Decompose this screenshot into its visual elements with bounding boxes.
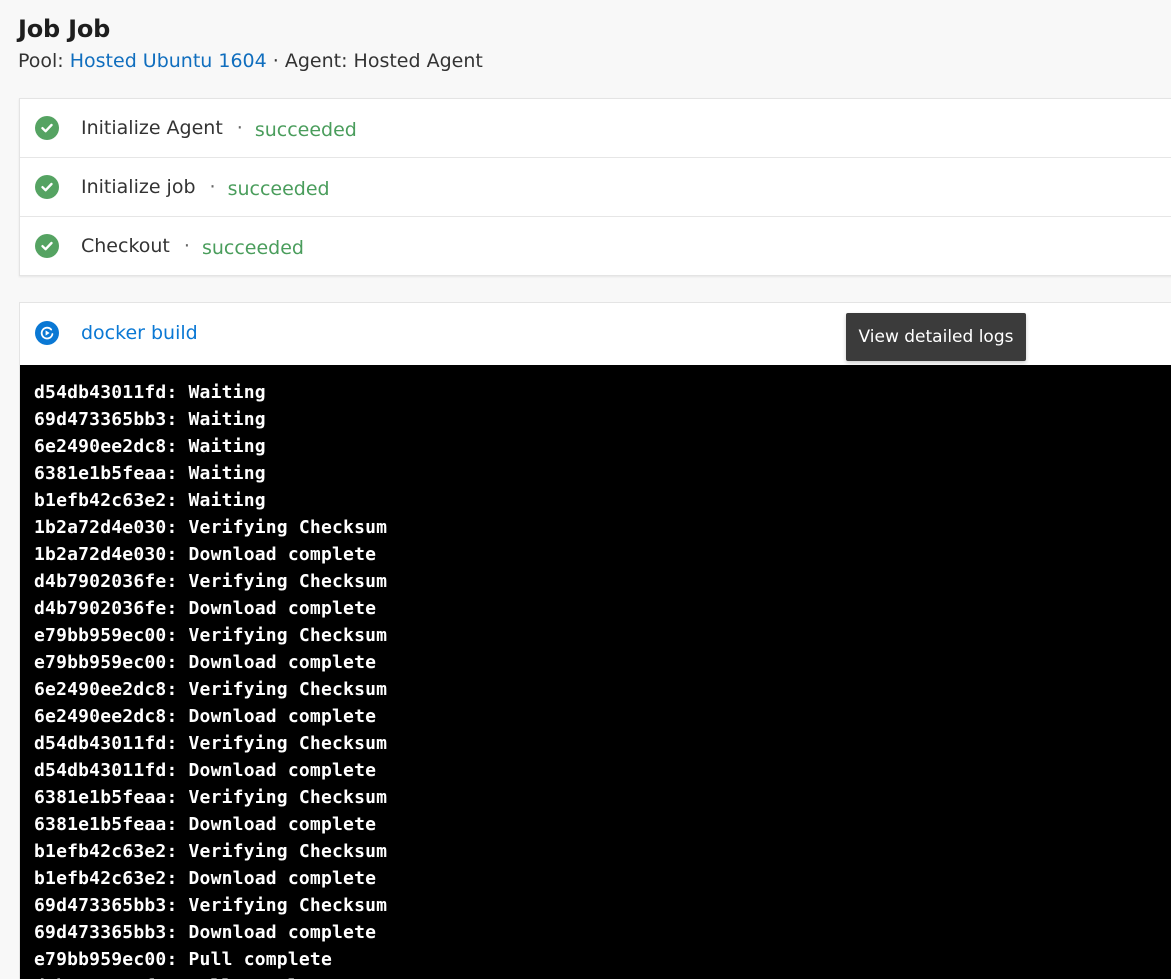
- step-separator: ·: [183, 235, 190, 257]
- step-name: Checkout: [81, 235, 170, 257]
- running-icon: [35, 321, 59, 345]
- step-initialize-agent[interactable]: Initialize Agent · succeeded: [20, 99, 1171, 158]
- agent-text: · Agent: Hosted Agent: [266, 50, 483, 72]
- console-lines: d54db43011fd: Waiting 69d473365bb3: Waiti…: [20, 365, 1171, 979]
- view-detailed-logs-tooltip[interactable]: View detailed logs: [846, 313, 1026, 361]
- console-line: b1efb42c63e2: Verifying Checksum: [34, 841, 388, 862]
- console-line: 69d473365bb3: Waiting: [34, 409, 266, 430]
- console-line: b1efb42c63e2: Waiting: [34, 490, 266, 511]
- pool-link[interactable]: Hosted Ubuntu 1604: [70, 50, 267, 72]
- completed-steps-list: Initialize Agent · succeeded Initialize …: [19, 98, 1171, 276]
- console-line: 6381e1b5feaa: Download complete: [34, 814, 377, 835]
- console-line: e79bb959ec00: Pull complete: [34, 949, 332, 970]
- job-header: Job Job Pool: Hosted Ubuntu 1604 · Agent…: [18, 12, 483, 75]
- step-status: succeeded: [254, 119, 357, 141]
- console-line: e79bb959ec00: Download complete: [34, 652, 377, 673]
- console-line: d54db43011fd: Download complete: [34, 760, 377, 781]
- check-circle-icon: [35, 175, 59, 199]
- log-console[interactable]: d54db43011fd: Waiting 69d473365bb3: Waiti…: [20, 365, 1171, 979]
- console-line: d54db43011fd: Verifying Checksum: [34, 733, 388, 754]
- console-line: b1efb42c63e2: Download complete: [34, 868, 377, 889]
- active-step-link[interactable]: docker build: [81, 322, 198, 344]
- console-line: d54db43011fd: Waiting: [34, 382, 266, 403]
- active-step-panel: docker build View detailed logs d54db430…: [19, 302, 1171, 979]
- console-line: 1b2a72d4e030: Download complete: [34, 544, 377, 565]
- step-status: succeeded: [201, 237, 304, 259]
- build-log-page: Job Job Pool: Hosted Ubuntu 1604 · Agent…: [0, 0, 1171, 979]
- console-line: 6381e1b5feaa: Waiting: [34, 463, 266, 484]
- check-circle-icon: [35, 116, 59, 140]
- console-line: 69d473365bb3: Verifying Checksum: [34, 895, 388, 916]
- console-line: 1b2a72d4e030: Verifying Checksum: [34, 517, 388, 538]
- job-meta: Pool: Hosted Ubuntu 1604 · Agent: Hosted…: [18, 47, 483, 75]
- active-step-header[interactable]: docker build View detailed logs: [20, 303, 1171, 363]
- step-name: Initialize job: [81, 176, 196, 198]
- step-separator: ·: [236, 117, 243, 139]
- step-initialize-job[interactable]: Initialize job · succeeded: [20, 158, 1171, 217]
- console-line: 6381e1b5feaa: Verifying Checksum: [34, 787, 388, 808]
- step-checkout[interactable]: Checkout · succeeded: [20, 217, 1171, 275]
- console-line: e79bb959ec00: Verifying Checksum: [34, 625, 388, 646]
- console-line: 6e2490ee2dc8: Download complete: [34, 706, 377, 727]
- console-line: 6e2490ee2dc8: Verifying Checksum: [34, 679, 388, 700]
- console-line: 6e2490ee2dc8: Waiting: [34, 436, 266, 457]
- step-status: succeeded: [227, 178, 330, 200]
- console-line: 69d473365bb3: Download complete: [34, 922, 377, 943]
- console-line: d4b7902036fe: Pull complete: [34, 973, 1171, 979]
- check-circle-icon: [35, 234, 59, 258]
- console-line: d4b7902036fe: Download complete: [34, 598, 377, 619]
- job-title: Job Job: [18, 15, 111, 43]
- step-separator: ·: [209, 176, 216, 198]
- console-line: d4b7902036fe: Verifying Checksum: [34, 571, 388, 592]
- step-name: Initialize Agent: [81, 117, 223, 139]
- pool-label: Pool:: [18, 50, 70, 72]
